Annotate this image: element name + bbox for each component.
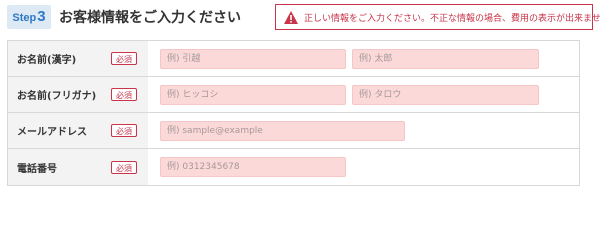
page-title: お客様情報をご入力ください: [59, 10, 241, 26]
field-cell: 例) sample@example: [148, 113, 579, 148]
required-badge: 必須: [111, 52, 137, 65]
row-name-kanji: お名前(漢字) 必須 例) 引越 例) 太郎: [8, 41, 579, 77]
customer-info-form-page: Step 3 お客様情報をご入力ください 正しい情報をご入力ください。不正な情報…: [0, 0, 600, 206]
step-badge: Step 3: [7, 5, 51, 29]
step-number: 3: [37, 8, 46, 25]
warning-icon: [284, 10, 298, 24]
warning-alert: 正しい情報をご入力ください。不正な情報の場合、費用の表示が出来ません。: [275, 4, 600, 30]
field-label: メールアドレス: [17, 127, 87, 138]
last-name-kanji-input[interactable]: 例) 引越: [160, 48, 346, 69]
field-label: 電話番号: [17, 163, 57, 175]
field-cell: 例) 引越 例) 太郎: [148, 41, 579, 76]
field-label: お名前(漢字): [17, 55, 77, 66]
last-name-kana-input[interactable]: 例) ヒッコシ: [160, 84, 346, 105]
label-cell: お名前(フリガナ) 必須: [8, 77, 148, 112]
form-header: Step 3 お客様情報をご入力ください 正しい情報をご入力ください。不正な情報…: [7, 4, 600, 32]
label-cell: メールアドレス 必須: [8, 113, 148, 148]
label-cell: お名前(漢字) 必須: [8, 41, 148, 76]
label-cell: 電話番号 必須: [8, 149, 148, 185]
field-cell: 例) 0312345678: [148, 149, 579, 185]
step-word: Step: [12, 12, 37, 24]
first-name-kana-input[interactable]: 例) タロウ: [352, 84, 539, 105]
row-email: メールアドレス 必須 例) sample@example: [8, 113, 579, 149]
warning-text: 正しい情報をご入力ください。不正な情報の場合、費用の表示が出来ません。: [304, 13, 600, 24]
required-badge: 必須: [111, 88, 137, 101]
required-badge: 必須: [111, 124, 137, 137]
first-name-kanji-input[interactable]: 例) 太郎: [352, 48, 539, 69]
email-input[interactable]: 例) sample@example: [160, 120, 405, 141]
field-cell: 例) ヒッコシ 例) タロウ: [148, 77, 579, 112]
field-label: お名前(フリガナ): [17, 91, 97, 102]
row-phone: 電話番号 必須 例) 0312345678: [8, 149, 579, 185]
row-name-kana: お名前(フリガナ) 必須 例) ヒッコシ 例) タロウ: [8, 77, 579, 113]
required-badge: 必須: [111, 160, 137, 174]
phone-input[interactable]: 例) 0312345678: [160, 157, 346, 177]
customer-info-table: お名前(漢字) 必須 例) 引越 例) 太郎 お名前(フリガナ) 必須 例) ヒ…: [7, 40, 580, 186]
